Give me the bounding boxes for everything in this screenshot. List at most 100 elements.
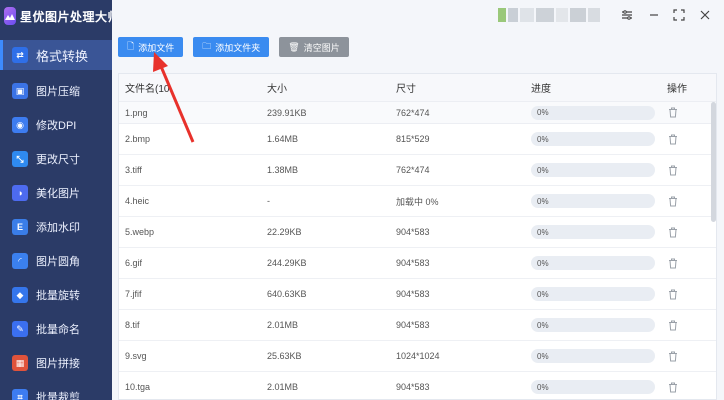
table-row[interactable]: 5.webp 22.29KB 904*583 0% xyxy=(119,217,716,248)
cell-progress: 0% xyxy=(531,194,667,208)
cell-progress: 0% xyxy=(531,287,667,301)
user-avatar[interactable] xyxy=(498,8,608,24)
sidebar-item-9[interactable]: ▦ 图片拼接 xyxy=(0,346,112,380)
sidebar-item-10[interactable]: ⌗ 批量裁剪 xyxy=(0,380,112,400)
clear-images-button[interactable]: 🗑 清空图片 xyxy=(279,37,349,57)
delete-icon[interactable] xyxy=(667,350,679,362)
sidebar-item-6[interactable]: ◜ 图片圆角 xyxy=(0,244,112,278)
toolbar: 🗋 添加文件 🗀 添加文件夹 🗑 清空图片 xyxy=(118,37,349,57)
cell-actions xyxy=(667,381,716,393)
sidebar-item-label: 图片压缩 xyxy=(36,86,80,98)
maximize-icon[interactable] xyxy=(670,6,688,24)
header-dimensions[interactable]: 尺寸 xyxy=(396,80,531,95)
delete-icon[interactable] xyxy=(667,226,679,238)
table-row[interactable]: 7.jfif 640.63KB 904*583 0% xyxy=(119,279,716,310)
header-size[interactable]: 大小 xyxy=(267,80,396,95)
cell-filename: 8.tif xyxy=(125,320,140,330)
sidebar-item-5[interactable]: E 添加水印 xyxy=(0,210,112,244)
sidebar-item-label: 修改DPI xyxy=(36,120,77,132)
cell-size: 2.01MB xyxy=(267,320,299,330)
add-file-button[interactable]: 🗋 添加文件 xyxy=(118,37,184,57)
cell-filename: 3.tiff xyxy=(125,165,142,175)
trash-icon: 🗑 xyxy=(288,41,300,52)
cell-progress: 0% xyxy=(531,225,667,239)
delete-icon[interactable] xyxy=(667,288,679,300)
sidebar-item-label: 图片圆角 xyxy=(36,256,80,268)
file-icon: 🗋 xyxy=(127,41,135,51)
add-file-label: 添加文件 xyxy=(138,42,175,53)
resize-icon: ⤡ xyxy=(12,151,28,167)
table-row[interactable]: 6.gif 244.29KB 904*583 0% xyxy=(119,248,716,279)
cell-size: 2.01MB xyxy=(267,382,299,392)
cell-progress: 0% xyxy=(531,380,667,394)
cell-size: 1.64MB xyxy=(267,134,299,144)
cell-actions xyxy=(667,319,716,331)
sidebar-item-4[interactable]: ◑ 美化图片 xyxy=(0,176,112,210)
cell-progress: 0% xyxy=(531,105,667,120)
cell-dimensions: 加载中 0% xyxy=(396,196,439,207)
sidebar-nav: ⇄ 格式转换 ▣ 图片压缩 ◉ 修改DPI ⤡ 更改尺寸 ◑ 美化图片 E 添加水印 ◜ 图片圆角 ◆ 批量旋… xyxy=(0,40,112,400)
header-progress[interactable]: 进度 xyxy=(531,80,667,95)
table-scrollbar[interactable] xyxy=(711,102,716,222)
cell-dimensions: 762*474 xyxy=(396,107,430,118)
cell-actions xyxy=(667,107,716,119)
rename-icon: ✎ xyxy=(12,321,28,337)
cell-progress: 0% xyxy=(531,163,667,177)
watermark-icon: E xyxy=(12,219,28,235)
cell-actions xyxy=(667,133,716,145)
app-logo-icon xyxy=(4,7,16,25)
title-bar xyxy=(112,0,724,32)
cell-size: 640.63KB xyxy=(267,289,307,299)
add-folder-button[interactable]: 🗀 添加文件夹 xyxy=(193,37,270,57)
delete-icon[interactable] xyxy=(667,319,679,331)
cell-size: - xyxy=(267,196,270,206)
sidebar-item-7[interactable]: ◆ 批量旋转 xyxy=(0,278,112,312)
progress-bar: 0% xyxy=(531,287,655,301)
app-title: 星优图片处理大师 xyxy=(20,9,121,24)
cell-dimensions: 1024*1024 xyxy=(396,351,440,361)
cell-filename: 5.webp xyxy=(125,227,155,237)
cell-filename: 10.tga xyxy=(125,382,151,392)
table-row[interactable]: 8.tif 2.01MB 904*583 0% xyxy=(119,310,716,341)
sidebar-item-3[interactable]: ⤡ 更改尺寸 xyxy=(0,142,112,176)
progress-bar: 0% xyxy=(531,194,655,208)
convert-icon: ⇄ xyxy=(12,47,28,63)
progress-bar: 0% xyxy=(531,105,655,120)
delete-icon[interactable] xyxy=(667,164,679,176)
minimize-icon[interactable] xyxy=(645,6,663,24)
header-filename[interactable]: 文件名(10 xyxy=(119,80,267,95)
delete-icon[interactable] xyxy=(667,195,679,207)
cell-progress: 0% xyxy=(531,132,667,146)
delete-icon[interactable] xyxy=(667,133,679,145)
settings-icon[interactable] xyxy=(618,6,636,24)
sidebar-item-2[interactable]: ◉ 修改DPI xyxy=(0,108,112,142)
cell-actions xyxy=(667,226,716,238)
table-row[interactable]: 10.tga 2.01MB 904*583 0% xyxy=(119,372,716,400)
delete-icon[interactable] xyxy=(667,257,679,269)
cell-filename: 6.gif xyxy=(125,258,143,268)
table-row[interactable]: 9.svg 25.63KB 1024*1024 0% xyxy=(119,341,716,372)
sidebar-item-1[interactable]: ▣ 图片压缩 xyxy=(0,74,112,108)
sidebar-item-8[interactable]: ✎ 批量命名 xyxy=(0,312,112,346)
delete-icon[interactable] xyxy=(667,381,679,393)
sidebar-item-0[interactable]: ⇄ 格式转换 xyxy=(0,40,112,70)
sidebar-item-label: 美化图片 xyxy=(36,188,80,200)
stitch-icon: ▦ xyxy=(12,355,28,371)
sidebar-item-label: 批量裁剪 xyxy=(36,392,80,400)
cell-progress: 0% xyxy=(531,318,667,332)
cell-dimensions: 904*583 xyxy=(396,227,430,237)
file-table: 文件名(10 大小 尺寸 进度 操作 1.png 239.91KB 762*474 0… xyxy=(118,73,717,400)
cell-size: 22.29KB xyxy=(267,227,302,237)
close-icon[interactable] xyxy=(696,6,714,24)
beautify-icon: ◑ xyxy=(12,185,28,201)
table-row[interactable]: 2.bmp 1.64MB 815*529 0% xyxy=(119,124,716,155)
cell-dimensions: 904*583 xyxy=(396,289,430,299)
rotate-icon: ◆ xyxy=(12,287,28,303)
table-row[interactable]: 3.tiff 1.38MB 762*474 0% xyxy=(119,155,716,186)
sidebar-item-label: 更改尺寸 xyxy=(36,154,80,166)
table-row[interactable]: 1.png 239.91KB 762*474 0% xyxy=(119,102,716,124)
delete-icon[interactable] xyxy=(667,107,679,119)
table-row[interactable]: 4.heic - 加载中 0% 0% xyxy=(119,186,716,217)
folder-icon: 🗀 xyxy=(202,41,212,51)
cell-progress: 0% xyxy=(531,349,667,363)
